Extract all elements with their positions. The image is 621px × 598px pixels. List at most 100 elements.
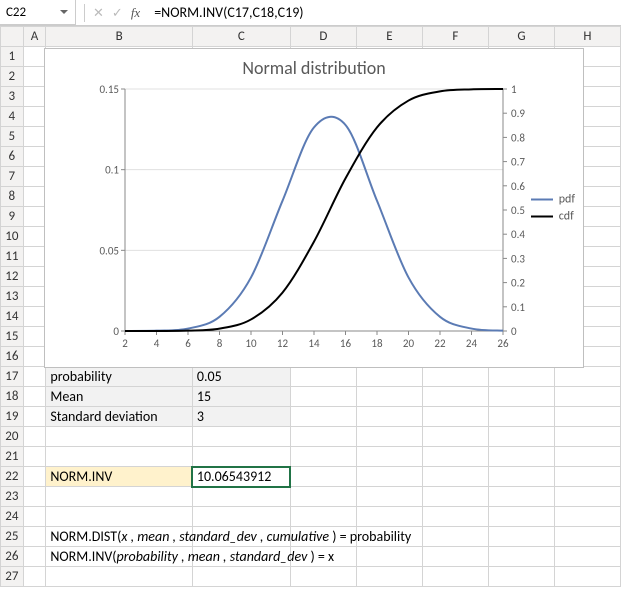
- cell-E17[interactable]: [356, 367, 422, 387]
- fx-icon[interactable]: fx: [131, 5, 140, 21]
- row-header-19[interactable]: 19: [1, 407, 24, 427]
- cell-A10[interactable]: [23, 227, 46, 247]
- cell-F20[interactable]: [422, 427, 488, 447]
- cell-F22[interactable]: [422, 467, 488, 487]
- col-header-H[interactable]: H: [554, 27, 620, 47]
- cell-E26[interactable]: [356, 547, 422, 567]
- row-header-2[interactable]: 2: [1, 67, 24, 87]
- cell-G21[interactable]: [488, 447, 554, 467]
- cell-C20[interactable]: [192, 427, 290, 447]
- cell-F23[interactable]: [422, 487, 488, 507]
- row-header-7[interactable]: 7: [1, 167, 24, 187]
- row-header-1[interactable]: 1: [1, 47, 24, 67]
- row-header-26[interactable]: 26: [1, 547, 24, 567]
- cell-A18[interactable]: [23, 387, 46, 407]
- row-header-10[interactable]: 10: [1, 227, 24, 247]
- cell-D21[interactable]: [290, 447, 356, 467]
- row-header-24[interactable]: 24: [1, 507, 24, 527]
- cell-A7[interactable]: [23, 167, 46, 187]
- cell-D18[interactable]: [290, 387, 356, 407]
- cell-E20[interactable]: [356, 427, 422, 447]
- cell-B27[interactable]: [46, 567, 192, 587]
- cell-C27[interactable]: [192, 567, 290, 587]
- row-header-4[interactable]: 4: [1, 107, 24, 127]
- cell-G17[interactable]: [488, 367, 554, 387]
- cell-B20[interactable]: [46, 427, 192, 447]
- cell-F18[interactable]: [422, 387, 488, 407]
- row-header-23[interactable]: 23: [1, 487, 24, 507]
- row-header-8[interactable]: 8: [1, 187, 24, 207]
- cell-A21[interactable]: [23, 447, 46, 467]
- cell-H19[interactable]: [554, 407, 620, 427]
- cell-H22[interactable]: [554, 467, 620, 487]
- cell-F25[interactable]: [422, 527, 488, 547]
- col-header-G[interactable]: G: [488, 27, 554, 47]
- cell-A22[interactable]: [23, 467, 46, 487]
- cell-A5[interactable]: [23, 127, 46, 147]
- cell-G24[interactable]: [488, 507, 554, 527]
- cell-A6[interactable]: [23, 147, 46, 167]
- cancel-icon[interactable]: ✕: [93, 5, 104, 21]
- cell-E21[interactable]: [356, 447, 422, 467]
- cell-B18[interactable]: Mean: [46, 387, 192, 407]
- cell-G27[interactable]: [488, 567, 554, 587]
- cell-E27[interactable]: [356, 567, 422, 587]
- cell-F17[interactable]: [422, 367, 488, 387]
- row-header-22[interactable]: 22: [1, 467, 24, 487]
- cell-D17[interactable]: [290, 367, 356, 387]
- cell-G23[interactable]: [488, 487, 554, 507]
- cell-A24[interactable]: [23, 507, 46, 527]
- cell-C22[interactable]: 10.06543912: [192, 467, 290, 487]
- col-header-F[interactable]: F: [422, 27, 488, 47]
- cell-H17[interactable]: [554, 367, 620, 387]
- cell-B19[interactable]: Standard deviation: [46, 407, 192, 427]
- formula-input[interactable]: [148, 0, 621, 25]
- row-header-17[interactable]: 17: [1, 367, 24, 387]
- cell-A25[interactable]: [23, 527, 46, 547]
- row-header-11[interactable]: 11: [1, 247, 24, 267]
- cell-A16[interactable]: [23, 347, 46, 367]
- cell-F21[interactable]: [422, 447, 488, 467]
- cell-H21[interactable]: [554, 447, 620, 467]
- cell-H25[interactable]: [554, 527, 620, 547]
- cell-A3[interactable]: [23, 87, 46, 107]
- cell-A12[interactable]: [23, 267, 46, 287]
- row-header-12[interactable]: 12: [1, 267, 24, 287]
- cell-C19[interactable]: 3: [192, 407, 290, 427]
- cell-G18[interactable]: [488, 387, 554, 407]
- col-header-E[interactable]: E: [356, 27, 422, 47]
- row-header-18[interactable]: 18: [1, 387, 24, 407]
- row-header-13[interactable]: 13: [1, 287, 24, 307]
- row-header-21[interactable]: 21: [1, 447, 24, 467]
- cell-C24[interactable]: [192, 507, 290, 527]
- cell-H24[interactable]: [554, 507, 620, 527]
- cell-H23[interactable]: [554, 487, 620, 507]
- cell-A17[interactable]: [23, 367, 46, 387]
- col-header-B[interactable]: B: [46, 27, 192, 47]
- cell-G26[interactable]: [488, 547, 554, 567]
- row-header-14[interactable]: 14: [1, 307, 24, 327]
- cell-B25[interactable]: NORM.DIST(x , mean , standard_dev , cumu…: [46, 527, 192, 547]
- cell-A2[interactable]: [23, 67, 46, 87]
- cell-A8[interactable]: [23, 187, 46, 207]
- cell-A23[interactable]: [23, 487, 46, 507]
- row-header-15[interactable]: 15: [1, 327, 24, 347]
- cell-C21[interactable]: [192, 447, 290, 467]
- embedded-chart[interactable]: Normal distribution 00.050.10.1500.10.20…: [44, 48, 584, 368]
- cell-E24[interactable]: [356, 507, 422, 527]
- cell-D19[interactable]: [290, 407, 356, 427]
- cell-B21[interactable]: [46, 447, 192, 467]
- cell-G19[interactable]: [488, 407, 554, 427]
- cell-A11[interactable]: [23, 247, 46, 267]
- cell-F24[interactable]: [422, 507, 488, 527]
- cell-F27[interactable]: [422, 567, 488, 587]
- cell-A9[interactable]: [23, 207, 46, 227]
- cell-G25[interactable]: [488, 527, 554, 547]
- row-header-9[interactable]: 9: [1, 207, 24, 227]
- cell-A20[interactable]: [23, 427, 46, 447]
- cell-B23[interactable]: [46, 487, 192, 507]
- enter-icon[interactable]: ✓: [112, 5, 123, 21]
- cell-H27[interactable]: [554, 567, 620, 587]
- cell-F26[interactable]: [422, 547, 488, 567]
- cell-F19[interactable]: [422, 407, 488, 427]
